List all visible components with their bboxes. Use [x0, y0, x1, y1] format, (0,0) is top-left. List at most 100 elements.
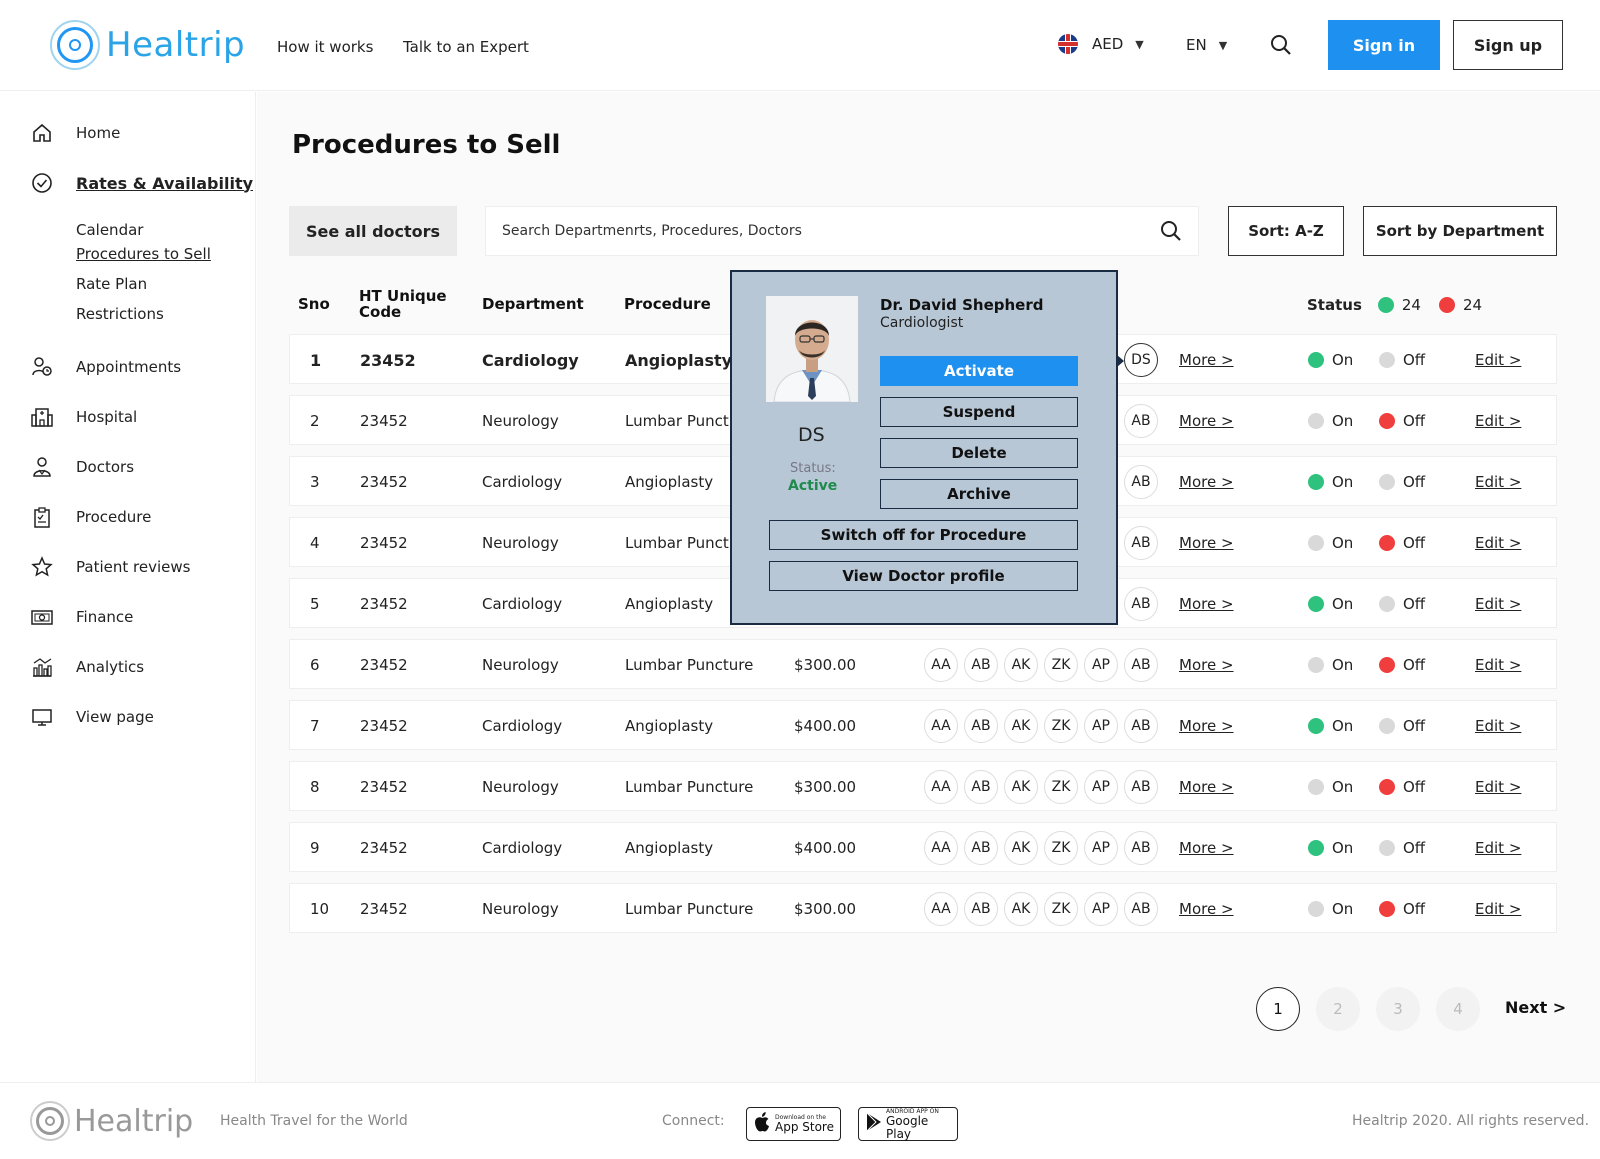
doctor-chip[interactable]: AA: [924, 648, 958, 682]
doctor-chip[interactable]: ZK: [1044, 831, 1078, 865]
search-icon[interactable]: [1160, 220, 1182, 246]
view-doctor-profile-button[interactable]: View Doctor profile: [769, 561, 1078, 591]
sidebar-sub-rate-plan[interactable]: Rate Plan: [76, 275, 147, 293]
sidebar-item-appointments[interactable]: Appointments: [30, 355, 181, 379]
nav-how-it-works[interactable]: How it works: [277, 38, 373, 56]
doctor-chip[interactable]: DS: [1124, 343, 1158, 377]
app-store-badge[interactable]: Download on the App Store: [746, 1107, 841, 1141]
table-row[interactable]: 9 23452 Cardiology Angioplasty $400.00 AA AB AK…: [289, 822, 1557, 872]
edit-link[interactable]: Edit >: [1475, 717, 1521, 735]
edit-link[interactable]: Edit >: [1475, 473, 1521, 491]
status-on-toggle[interactable]: On: [1308, 656, 1353, 674]
more-link[interactable]: More >: [1179, 778, 1234, 796]
suspend-button[interactable]: Suspend: [880, 397, 1078, 427]
status-on-toggle[interactable]: On: [1308, 900, 1353, 918]
doctor-chip[interactable]: AK: [1004, 831, 1038, 865]
table-row[interactable]: 7 23452 Cardiology Angioplasty $400.00 AA AB AK…: [289, 700, 1557, 750]
edit-link[interactable]: Edit >: [1475, 595, 1521, 613]
sidebar-item-hospital[interactable]: Hospital: [30, 405, 137, 429]
doctor-chip[interactable]: AB: [964, 709, 998, 743]
doctor-chip[interactable]: AP: [1084, 770, 1118, 804]
sidebar-item-doctors[interactable]: Doctors: [30, 455, 134, 479]
sidebar-item-analytics[interactable]: Analytics: [30, 655, 144, 679]
status-off-toggle[interactable]: Off: [1379, 473, 1425, 491]
page-3-button[interactable]: 3: [1376, 987, 1420, 1031]
google-play-badge[interactable]: ANDROID APP ON Google Play: [858, 1107, 958, 1141]
status-off-toggle[interactable]: Off: [1379, 839, 1425, 857]
more-link[interactable]: More >: [1179, 534, 1234, 552]
status-on-toggle[interactable]: On: [1308, 412, 1353, 430]
sort-az-button[interactable]: Sort: A-Z: [1228, 206, 1344, 256]
doctor-chip[interactable]: ZK: [1044, 892, 1078, 926]
sidebar-item-patient-reviews[interactable]: Patient reviews: [30, 555, 190, 579]
doctor-chip[interactable]: AP: [1084, 709, 1118, 743]
more-link[interactable]: More >: [1179, 351, 1234, 369]
healtrip-logo[interactable]: Healtrip: [50, 20, 245, 70]
doctor-chip[interactable]: AK: [1004, 648, 1038, 682]
sort-by-department-button[interactable]: Sort by Department: [1363, 206, 1557, 256]
search-input[interactable]: [486, 207, 1126, 255]
edit-link[interactable]: Edit >: [1475, 900, 1521, 918]
sidebar-sub-restrictions[interactable]: Restrictions: [76, 305, 164, 323]
nav-talk-to-expert[interactable]: Talk to an Expert: [403, 38, 529, 56]
edit-link[interactable]: Edit >: [1475, 656, 1521, 674]
status-on-toggle[interactable]: On: [1308, 717, 1353, 735]
table-row[interactable]: 6 23452 Neurology Lumbar Puncture $300.00 AA A…: [289, 639, 1557, 689]
doctor-chip[interactable]: AP: [1084, 831, 1118, 865]
status-on-toggle[interactable]: On: [1308, 778, 1353, 796]
page-4-button[interactable]: 4: [1436, 987, 1480, 1031]
more-link[interactable]: More >: [1179, 839, 1234, 857]
doctor-chip[interactable]: AB: [964, 648, 998, 682]
sign-in-button[interactable]: Sign in: [1328, 20, 1440, 70]
sidebar-sub-procedures-to-sell[interactable]: Procedures to Sell: [76, 245, 211, 263]
edit-link[interactable]: Edit >: [1475, 412, 1521, 430]
status-off-toggle[interactable]: Off: [1379, 412, 1425, 430]
doctor-chip[interactable]: AP: [1084, 648, 1118, 682]
edit-link[interactable]: Edit >: [1475, 839, 1521, 857]
status-on-toggle[interactable]: On: [1308, 534, 1353, 552]
doctor-chip[interactable]: ZK: [1044, 709, 1078, 743]
sidebar-item-rates-availability[interactable]: Rates & Availability: [30, 171, 253, 195]
more-link[interactable]: More >: [1179, 473, 1234, 491]
status-on-toggle[interactable]: On: [1308, 595, 1353, 613]
doctor-chip[interactable]: AB: [1124, 404, 1158, 438]
status-off-toggle[interactable]: Off: [1379, 900, 1425, 918]
doctor-chip[interactable]: AB: [1124, 587, 1158, 621]
sidebar-item-view-page[interactable]: View page: [30, 705, 154, 729]
doctor-chip[interactable]: AB: [964, 770, 998, 804]
doctor-chip[interactable]: AK: [1004, 709, 1038, 743]
status-on-toggle[interactable]: On: [1308, 839, 1353, 857]
sidebar-item-procedure[interactable]: Procedure: [30, 505, 151, 529]
doctor-chip[interactable]: AB: [1124, 648, 1158, 682]
doctor-chip[interactable]: AK: [1004, 770, 1038, 804]
currency-selector[interactable]: AED ▼: [1058, 34, 1144, 54]
page-1-button[interactable]: 1: [1256, 987, 1300, 1031]
doctor-chip[interactable]: AA: [924, 709, 958, 743]
doctor-chip[interactable]: AA: [924, 770, 958, 804]
doctor-chip[interactable]: AA: [924, 831, 958, 865]
search-icon[interactable]: [1270, 34, 1292, 60]
more-link[interactable]: More >: [1179, 412, 1234, 430]
edit-link[interactable]: Edit >: [1475, 778, 1521, 796]
activate-button[interactable]: Activate: [880, 356, 1078, 386]
switch-off-procedure-button[interactable]: Switch off for Procedure: [769, 520, 1078, 550]
more-link[interactable]: More >: [1179, 900, 1234, 918]
status-off-toggle[interactable]: Off: [1379, 778, 1425, 796]
archive-button[interactable]: Archive: [880, 479, 1078, 509]
doctor-chip[interactable]: AB: [964, 831, 998, 865]
status-off-toggle[interactable]: Off: [1379, 534, 1425, 552]
more-link[interactable]: More >: [1179, 656, 1234, 674]
status-off-toggle[interactable]: Off: [1379, 351, 1425, 369]
edit-link[interactable]: Edit >: [1475, 351, 1521, 369]
status-off-toggle[interactable]: Off: [1379, 656, 1425, 674]
language-selector[interactable]: EN ▼: [1186, 36, 1227, 54]
status-off-toggle[interactable]: Off: [1379, 595, 1425, 613]
status-off-toggle[interactable]: Off: [1379, 717, 1425, 735]
doctor-chip[interactable]: ZK: [1044, 770, 1078, 804]
doctor-chip[interactable]: AB: [1124, 709, 1158, 743]
delete-button[interactable]: Delete: [880, 438, 1078, 468]
doctor-chip[interactable]: AB: [964, 892, 998, 926]
page-2-button[interactable]: 2: [1316, 987, 1360, 1031]
footer-logo[interactable]: Healtrip: [30, 1101, 193, 1141]
edit-link[interactable]: Edit >: [1475, 534, 1521, 552]
